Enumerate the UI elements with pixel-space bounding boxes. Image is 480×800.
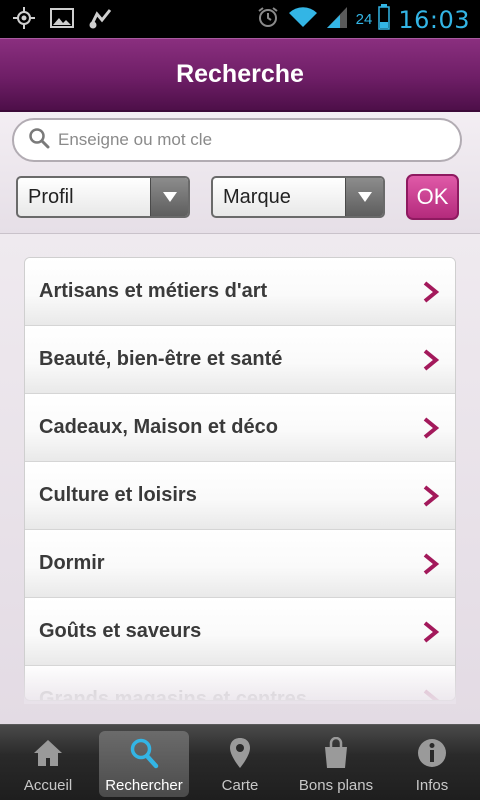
list-item-label: Grands magasins et centres: [39, 688, 307, 701]
chevron-right-icon: [415, 280, 447, 304]
nav-item-accueil[interactable]: Accueil: [0, 731, 96, 797]
shopping-bag-icon: [323, 735, 349, 771]
search-box[interactable]: [12, 118, 462, 162]
home-icon: [32, 735, 64, 771]
list-item[interactable]: Goûts et saveurs: [25, 598, 455, 666]
category-list: Artisans et métiers d'art Beauté, bien-ê…: [24, 257, 456, 701]
list-item-label: Beauté, bien-être et santé: [39, 348, 283, 370]
list-item[interactable]: Culture et loisirs: [25, 462, 455, 530]
nav-label: Bons plans: [298, 777, 374, 794]
clock: 16:03: [398, 5, 470, 34]
list-item[interactable]: Artisans et métiers d'art: [25, 258, 455, 326]
list-item-label: Cadeaux, Maison et déco: [39, 416, 278, 438]
dropdown-arrow-icon: [150, 178, 188, 216]
ok-button[interactable]: OK: [406, 174, 459, 220]
search-icon: [129, 735, 159, 771]
dropdown-arrow-icon: [345, 178, 383, 216]
list-area: Artisans et métiers d'art Beauté, bien-ê…: [0, 234, 480, 724]
search-icon: [28, 127, 50, 154]
bottom-nav: Accueil Rechercher Carte Bons plans Info…: [0, 724, 480, 800]
info-icon: [417, 735, 447, 771]
nav-item-bons-plans[interactable]: Bons plans: [288, 731, 384, 797]
list-item-label: Artisans et métiers d'art: [39, 280, 268, 302]
chevron-right-icon: [415, 416, 447, 440]
nav-label: Accueil: [23, 777, 73, 794]
list-item-label: Dormir: [39, 552, 105, 574]
list-item[interactable]: Grands magasins et centres: [25, 666, 455, 701]
map-pin-icon: [229, 735, 251, 771]
profil-select[interactable]: Profil: [16, 176, 190, 218]
chevron-right-icon: [415, 620, 447, 644]
signal-icon: [326, 5, 348, 34]
page-title: Recherche: [176, 60, 304, 88]
battery-icon: [378, 4, 391, 35]
list-item[interactable]: Beauté, bien-être et santé: [25, 326, 455, 394]
nav-label: Carte: [221, 777, 259, 794]
nav-item-infos[interactable]: Infos: [384, 731, 480, 797]
nav-label: Rechercher: [105, 777, 183, 794]
chevron-right-icon: [415, 688, 447, 700]
chevron-right-icon: [415, 484, 447, 508]
nav-item-rechercher[interactable]: Rechercher: [99, 731, 189, 797]
list-item[interactable]: Cadeaux, Maison et déco: [25, 394, 455, 462]
music-icon: [88, 6, 114, 30]
marque-select[interactable]: Marque: [211, 176, 385, 218]
chevron-right-icon: [415, 552, 447, 576]
list-item-label: Goûts et saveurs: [39, 620, 202, 642]
alarm-icon: [256, 5, 280, 34]
list-item[interactable]: Dormir: [25, 530, 455, 598]
nav-label: Infos: [415, 777, 449, 794]
marque-select-label: Marque: [223, 185, 291, 208]
profil-select-label: Profil: [28, 185, 74, 208]
search-input[interactable]: [58, 130, 438, 150]
nav-item-carte[interactable]: Carte: [192, 731, 288, 797]
title-bar: Recherche: [0, 38, 480, 112]
gps-icon: [12, 6, 36, 30]
image-icon: [50, 7, 74, 29]
list-item-label: Culture et loisirs: [39, 484, 197, 506]
status-bar: 24 16:03: [0, 0, 480, 38]
battery-level: 24: [355, 11, 373, 28]
filter-panel: Profil Marque OK: [0, 112, 480, 234]
chevron-right-icon: [415, 348, 447, 372]
wifi-icon: [288, 5, 318, 34]
